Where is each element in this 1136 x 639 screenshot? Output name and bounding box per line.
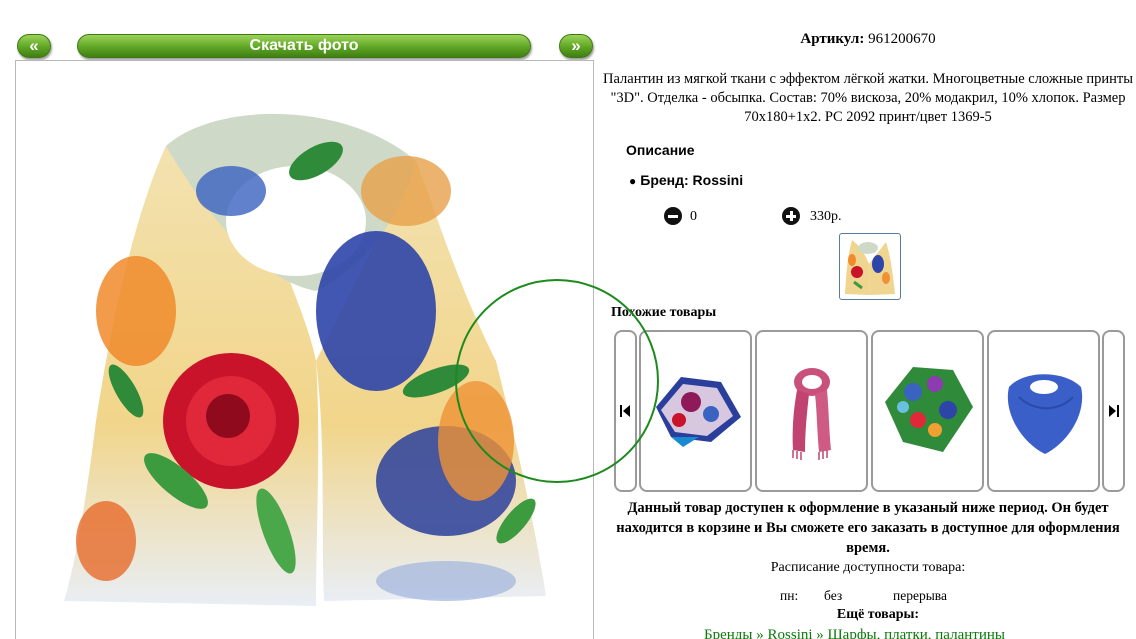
article-label: Артикул: bbox=[800, 31, 865, 47]
blue-scarf-image bbox=[1007, 374, 1083, 454]
article-value: 961200670 bbox=[868, 31, 936, 47]
schedule-from: без bbox=[824, 588, 843, 603]
breadcrumb-separator: » bbox=[756, 627, 764, 639]
bullet-icon: ● bbox=[629, 174, 637, 188]
breadcrumb-separator: » bbox=[816, 627, 824, 639]
next-photo-button[interactable]: » bbox=[559, 34, 593, 58]
brand-label: Бренд: Rossini bbox=[640, 172, 744, 188]
similar-product-card[interactable] bbox=[987, 330, 1100, 492]
quantity-increase-icon[interactable] bbox=[782, 207, 800, 225]
breadcrumb-rossini-link[interactable]: Rossini bbox=[768, 627, 813, 639]
quantity-decrease-icon[interactable] bbox=[664, 207, 682, 225]
thumbnail-image bbox=[845, 240, 895, 295]
availability-notice: Данный товар доступен к оформление в ука… bbox=[616, 500, 1120, 556]
floral-scarf-image bbox=[885, 367, 973, 452]
product-description: Палантин из мягкой ткани с эффектом лёгк… bbox=[602, 71, 1134, 125]
previous-photo-button[interactable]: « bbox=[17, 34, 51, 58]
photo-thumbnail[interactable] bbox=[839, 233, 901, 300]
quantity-value: 0 bbox=[690, 209, 697, 224]
description-heading: Описание bbox=[626, 142, 695, 158]
article-number: Артикул: 961200670 bbox=[600, 31, 1136, 48]
download-photo-button[interactable]: Скачать фото bbox=[77, 34, 531, 58]
product-price: 330р. bbox=[810, 209, 842, 224]
schedule-to: перерыва bbox=[893, 588, 947, 603]
schedule-day: пн: bbox=[780, 588, 799, 603]
breadcrumb-category-link[interactable]: Шарфы, платки, палантины bbox=[828, 627, 1005, 639]
breadcrumb-brands-link[interactable]: Бренды bbox=[704, 627, 753, 639]
product-photo bbox=[15, 60, 594, 639]
skip-back-icon bbox=[620, 405, 630, 417]
similar-product-card[interactable] bbox=[871, 330, 984, 492]
scarf-image bbox=[64, 113, 546, 606]
pink-scarf-image bbox=[792, 368, 831, 460]
similar-product-card[interactable] bbox=[755, 330, 868, 492]
brand-item: ● Бренд: Rossini bbox=[629, 172, 743, 188]
carousel-next-button[interactable] bbox=[1102, 330, 1125, 492]
schedule-title: Расписание доступности товара: bbox=[770, 560, 966, 575]
breadcrumb: Бренды » Rossini » Шарфы, платки, палант… bbox=[704, 627, 1005, 639]
similar-product-card[interactable] bbox=[639, 330, 752, 492]
similar-products-heading: Похожие товары bbox=[611, 305, 717, 320]
skip-forward-icon bbox=[1109, 405, 1119, 417]
more-products-heading: Ещё товары: bbox=[836, 607, 920, 622]
carousel-prev-button[interactable] bbox=[614, 330, 637, 492]
multicolor-scarf-image bbox=[656, 377, 741, 447]
